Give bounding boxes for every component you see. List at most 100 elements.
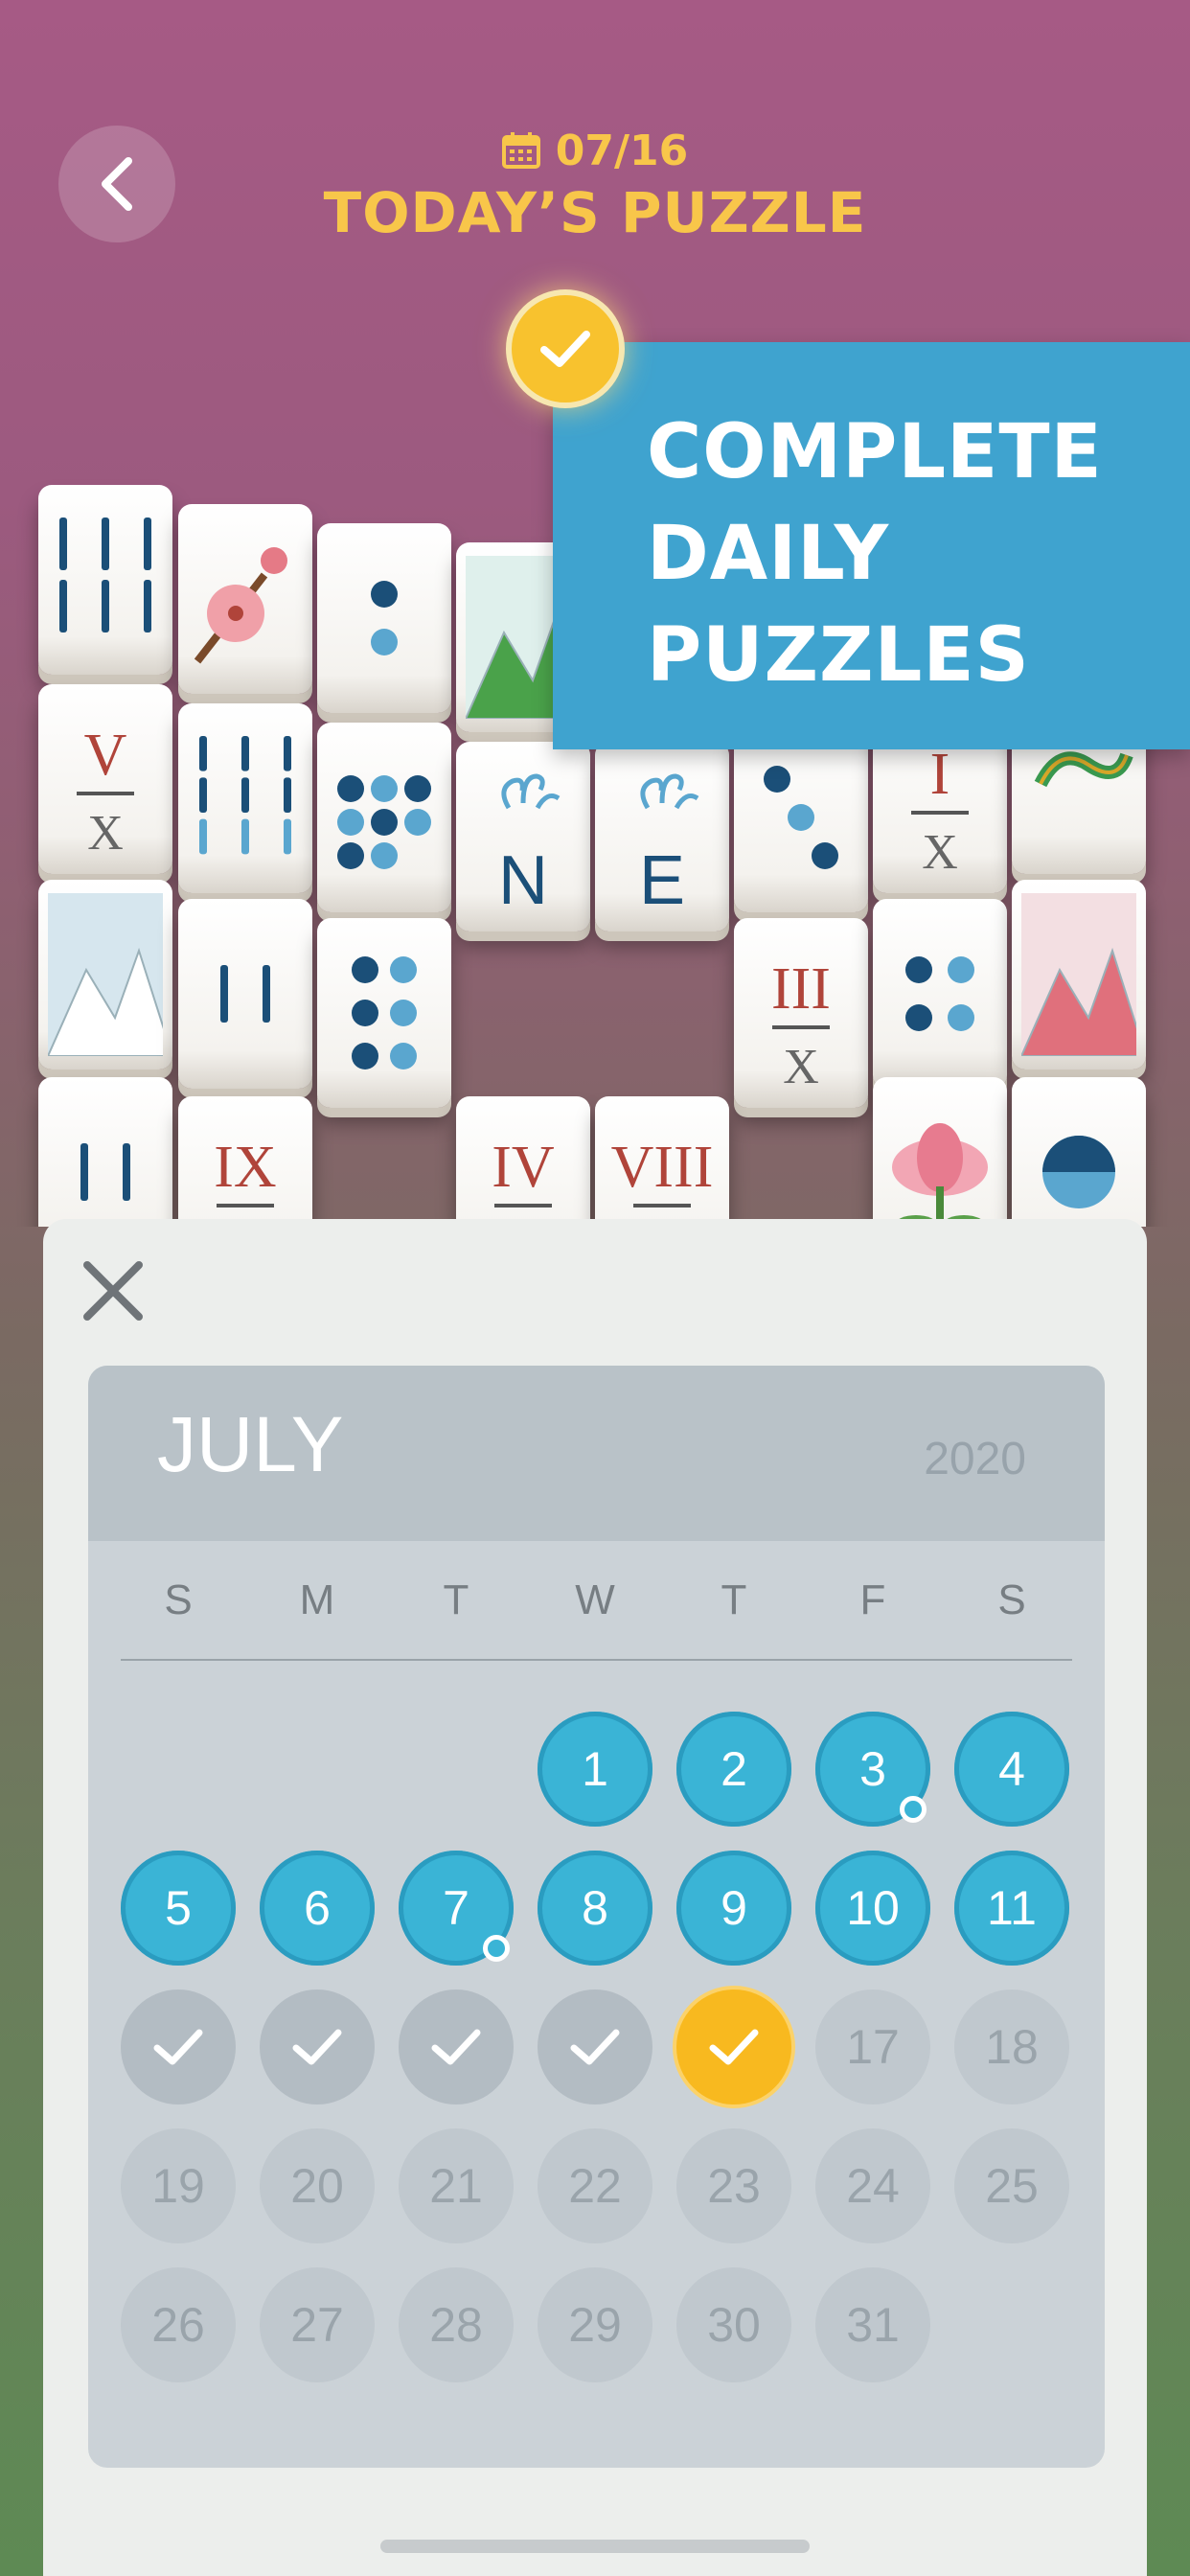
mahjong-tile [178, 703, 312, 893]
weekday-label: F [859, 1576, 886, 1623]
circle-6-tile-icon [352, 956, 417, 1070]
lotus-tile-icon [892, 1123, 988, 1227]
checkmark-icon [431, 2029, 481, 2065]
day-13[interactable] [260, 1990, 375, 2104]
day-2[interactable]: 2 [676, 1712, 791, 1827]
circle-8-tile-icon [337, 775, 431, 869]
day-16[interactable] [676, 1990, 791, 2104]
progress-dot [900, 1796, 927, 1823]
mountain-snow-tile-icon [48, 893, 163, 1056]
day-25: 25 [954, 2128, 1069, 2243]
day-number: 21 [429, 2159, 483, 2213]
mahjong-tile: IXX [178, 1096, 312, 1227]
day-number: 22 [568, 2159, 622, 2213]
day-number: 25 [985, 2159, 1039, 2213]
east-wind-tile-icon: E [639, 773, 699, 918]
day-number: 31 [846, 2298, 900, 2352]
banner-line: PUZZLES [647, 612, 1030, 699]
day-7[interactable]: 7 [399, 1851, 514, 1966]
weekday-label: T [443, 1576, 469, 1623]
weekday-label: M [299, 1576, 335, 1623]
svg-text:X: X [783, 1040, 819, 1094]
home-indicator [380, 2540, 810, 2553]
day-number: 17 [846, 2020, 900, 2074]
day-29: 29 [538, 2267, 652, 2382]
calendar-header: JULY 2020 [88, 1366, 1105, 1541]
roman-9-tile-icon: IXX [214, 1135, 276, 1227]
mahjong-tile: III X [734, 918, 868, 1108]
bamboo-6-tile-icon [59, 518, 151, 632]
checkmark-icon [292, 2029, 342, 2065]
roman-4-tile-icon: IVX [492, 1135, 555, 1227]
day-18: 18 [954, 1990, 1069, 2104]
day-19: 19 [121, 2128, 236, 2243]
mahjong-tile [38, 880, 172, 1070]
day-6[interactable]: 6 [260, 1851, 375, 1966]
weekday-row: SMTWTFS [88, 1576, 1105, 1634]
mahjong-tile [38, 485, 172, 675]
promo-banner: COMPLETE DAILY PUZZLES [553, 342, 1190, 749]
day-number: 2 [721, 1742, 747, 1796]
day-number: 29 [568, 2298, 622, 2352]
month-calendar: JULY 2020 SMTWTFS 1 2 3 4 5 6 7 8 9 10 11 17 18 19 20 2… [88, 1366, 1105, 2468]
svg-text:N: N [498, 842, 548, 918]
circle-1-tile-icon [1042, 1136, 1115, 1208]
svg-text:X: X [87, 806, 124, 861]
day-10[interactable]: 10 [815, 1851, 930, 1966]
page-title: TODAY’S PUZZLE [323, 180, 867, 245]
day-27: 27 [260, 2267, 375, 2382]
puzzle-date: 07/16 [555, 126, 689, 175]
month-label: JULY [157, 1401, 344, 1488]
bamboo-2-tile-icon [80, 1143, 130, 1201]
checkmark-icon [709, 2029, 759, 2065]
mahjong-tile [178, 504, 312, 694]
circle-2-tile-icon [371, 581, 398, 656]
close-button[interactable] [80, 1257, 147, 1324]
mahjong-tile: VX [38, 684, 172, 874]
day-number: 4 [998, 1742, 1025, 1796]
svg-text:VIII: VIII [611, 1135, 714, 1200]
mahjong-tile [317, 918, 451, 1108]
day-22: 22 [538, 2128, 652, 2243]
checkmark-icon [153, 2029, 203, 2065]
day-number: 1 [582, 1742, 608, 1796]
day-number: 5 [165, 1881, 192, 1935]
weekday-label: T [721, 1576, 747, 1623]
day-9[interactable]: 9 [676, 1851, 791, 1966]
svg-text:X: X [922, 825, 958, 880]
divider [121, 1659, 1072, 1661]
svg-text:I: I [930, 742, 950, 807]
svg-text:V: V [84, 723, 127, 788]
mahjong-tile [873, 899, 1007, 1089]
day-12[interactable] [121, 1990, 236, 2104]
day-number: 6 [304, 1881, 331, 1935]
day-21: 21 [399, 2128, 514, 2243]
day-31: 31 [815, 2267, 930, 2382]
day-11[interactable]: 11 [954, 1851, 1069, 1966]
day-23: 23 [676, 2128, 791, 2243]
day-17: 17 [815, 1990, 930, 2104]
mahjong-tile: VIIIX [595, 1096, 729, 1227]
svg-text:E: E [639, 842, 685, 918]
day-number: 7 [443, 1881, 469, 1935]
day-number: 23 [707, 2159, 761, 2213]
day-5[interactable]: 5 [121, 1851, 236, 1966]
mahjong-tile: E [595, 742, 729, 932]
day-number: 10 [846, 1881, 900, 1935]
cherry-blossom-tile-icon [194, 547, 287, 664]
roman-3-tile-icon: III X [771, 956, 831, 1094]
mahjong-tile [317, 523, 451, 713]
day-4[interactable]: 4 [954, 1712, 1069, 1827]
day-30: 30 [676, 2267, 791, 2382]
banner-check-badge [506, 289, 625, 408]
year-label: 2020 [924, 1434, 1026, 1484]
day-14[interactable] [399, 1990, 514, 2104]
bamboo-9-tile-icon [199, 736, 291, 855]
day-8[interactable]: 8 [538, 1851, 652, 1966]
svg-text:IV: IV [492, 1135, 555, 1200]
day-15[interactable] [538, 1990, 652, 2104]
day-3[interactable]: 3 [815, 1712, 930, 1827]
day-1[interactable]: 1 [538, 1712, 652, 1827]
svg-text:IX: IX [214, 1135, 276, 1200]
roman-8-tile-icon: VIIIX [611, 1135, 714, 1227]
